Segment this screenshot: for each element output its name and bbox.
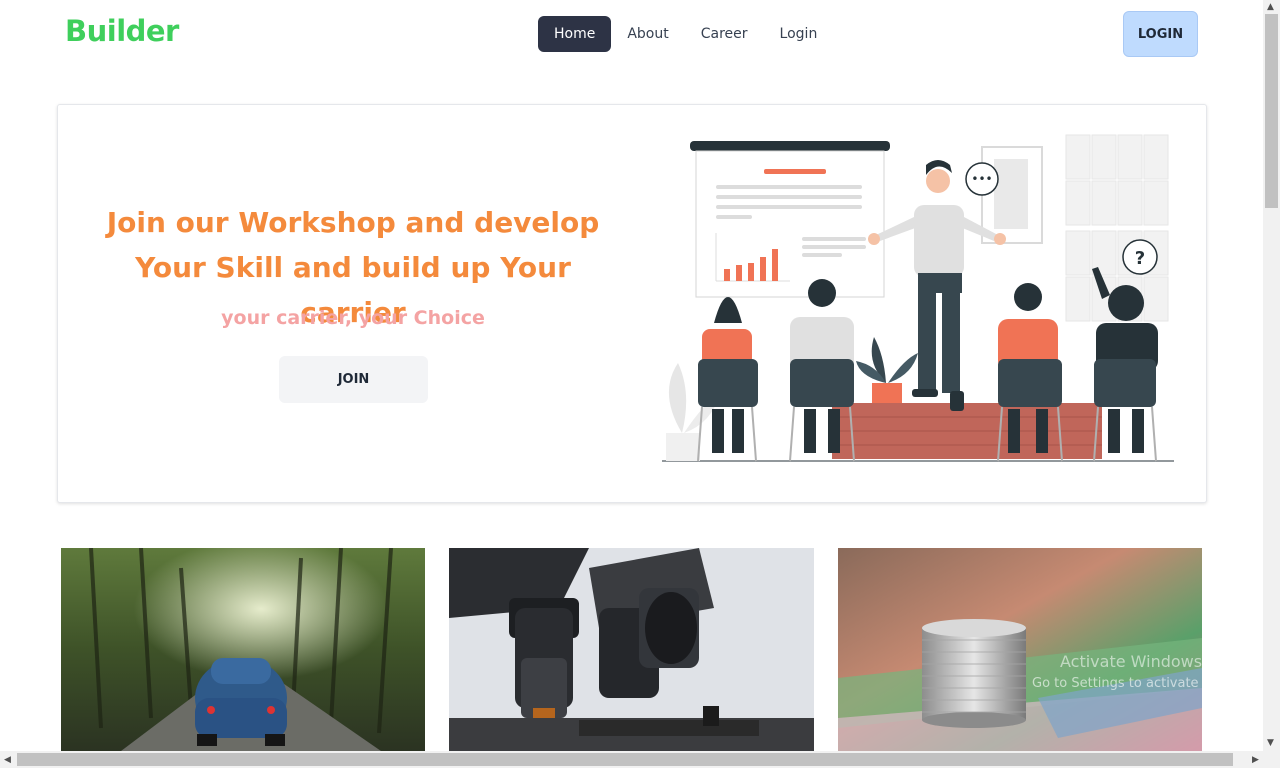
workshop-illustration: ••• ?	[662, 134, 1174, 462]
join-button[interactable]: JOIN	[279, 356, 428, 403]
scroll-up-icon[interactable]: ▲	[1267, 2, 1274, 12]
horizontal-scrollbar[interactable]: ◀ ▶	[0, 751, 1280, 768]
scroll-left-icon[interactable]: ◀	[4, 755, 11, 765]
horizontal-scroll-thumb[interactable]	[17, 753, 1233, 766]
nav-item-about[interactable]: About	[611, 16, 684, 52]
scroll-right-icon[interactable]: ▶	[1252, 755, 1259, 765]
vertical-scrollbar[interactable]: ▲ ▼	[1263, 0, 1280, 751]
nav-menu: Home About Career Login	[538, 16, 833, 52]
login-button[interactable]: LOGIN	[1123, 11, 1198, 57]
nav-item-login[interactable]: Login	[764, 16, 834, 52]
hero-card: Join our Workshop and develop Your Skill…	[57, 104, 1207, 503]
coins-photo	[838, 548, 1202, 751]
card-image-coins[interactable]	[838, 548, 1202, 751]
navbar: Builder Home About Career Login LOGIN	[0, 0, 1263, 68]
watermark-title: Activate Windows	[1060, 652, 1203, 671]
nav-item-career[interactable]: Career	[685, 16, 764, 52]
nav-item-home[interactable]: Home	[538, 16, 612, 52]
hero-title-line1: Join our Workshop and develop	[106, 206, 600, 239]
brand-logo[interactable]: Builder	[65, 14, 179, 48]
scroll-down-icon[interactable]: ▼	[1267, 738, 1274, 748]
question-mark: ?	[1135, 248, 1145, 269]
watermark-subtitle: Go to Settings to activate Windows.	[1032, 676, 1265, 691]
car-forest-photo	[61, 548, 425, 751]
microscope-photo	[449, 548, 814, 751]
card-image-microscope[interactable]	[449, 548, 814, 751]
vertical-scroll-thumb[interactable]	[1265, 14, 1278, 208]
card-image-car[interactable]	[61, 548, 425, 751]
hero-subtitle: your carrier, your Choice	[221, 307, 485, 329]
speech-bubble-dots: •••	[971, 172, 992, 186]
